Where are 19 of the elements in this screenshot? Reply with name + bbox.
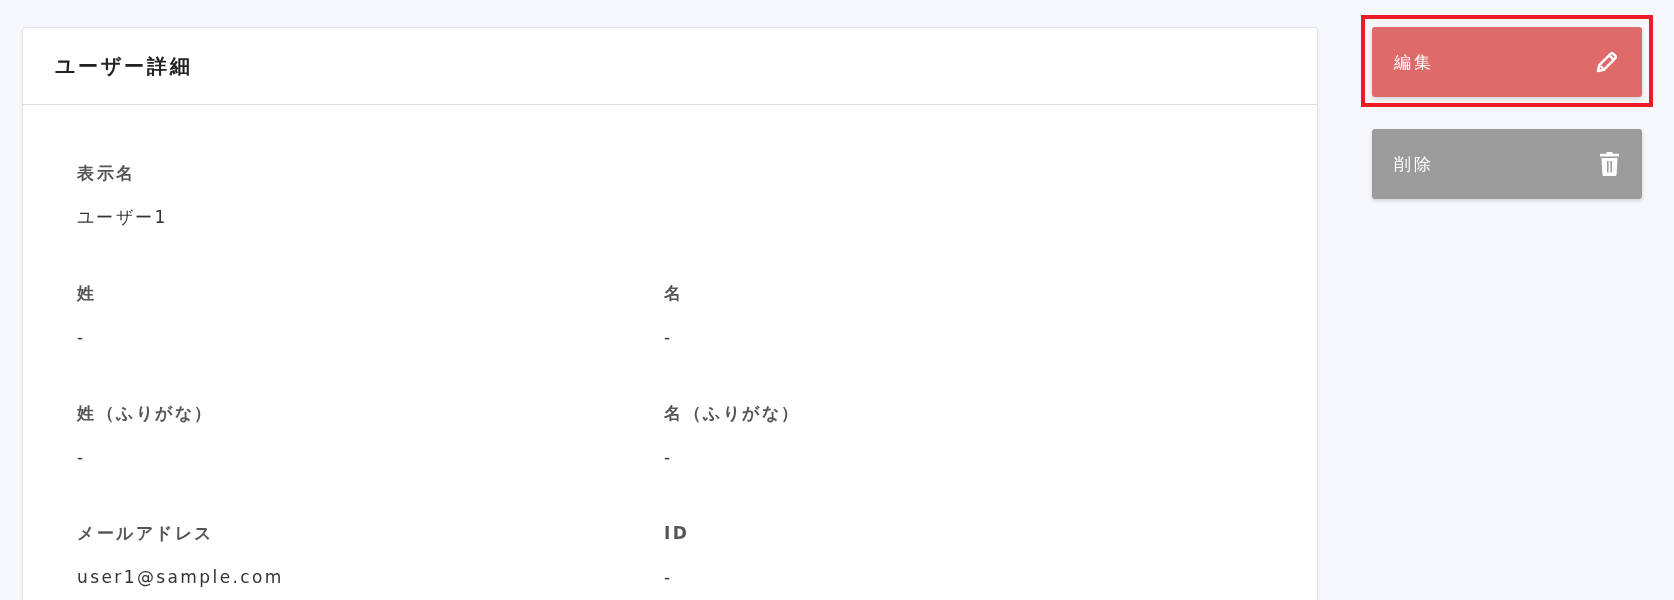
field-label: メールアドレス bbox=[77, 522, 214, 545]
field-label: 名 bbox=[664, 282, 684, 305]
edit-button[interactable]: 編集 bbox=[1372, 27, 1642, 97]
field-label: ID bbox=[664, 522, 690, 545]
field-label: 表示名 bbox=[77, 162, 136, 185]
field-value: - bbox=[664, 566, 673, 589]
field-value: user1@sample.com bbox=[77, 566, 284, 589]
field-value: ユーザー1 bbox=[77, 206, 168, 229]
field-label: 姓 bbox=[77, 282, 97, 305]
delete-button[interactable]: 削除 bbox=[1372, 129, 1642, 199]
card-title: ユーザー詳細 bbox=[55, 52, 193, 80]
field-value: - bbox=[664, 446, 673, 469]
field-label: 名（ふりがな） bbox=[664, 402, 801, 425]
field-value: - bbox=[77, 326, 86, 349]
field-value: - bbox=[77, 446, 86, 469]
trash-icon bbox=[1600, 152, 1619, 176]
pencil-icon bbox=[1595, 50, 1619, 74]
field-label: 姓（ふりがな） bbox=[77, 402, 214, 425]
field-value: - bbox=[664, 326, 673, 349]
